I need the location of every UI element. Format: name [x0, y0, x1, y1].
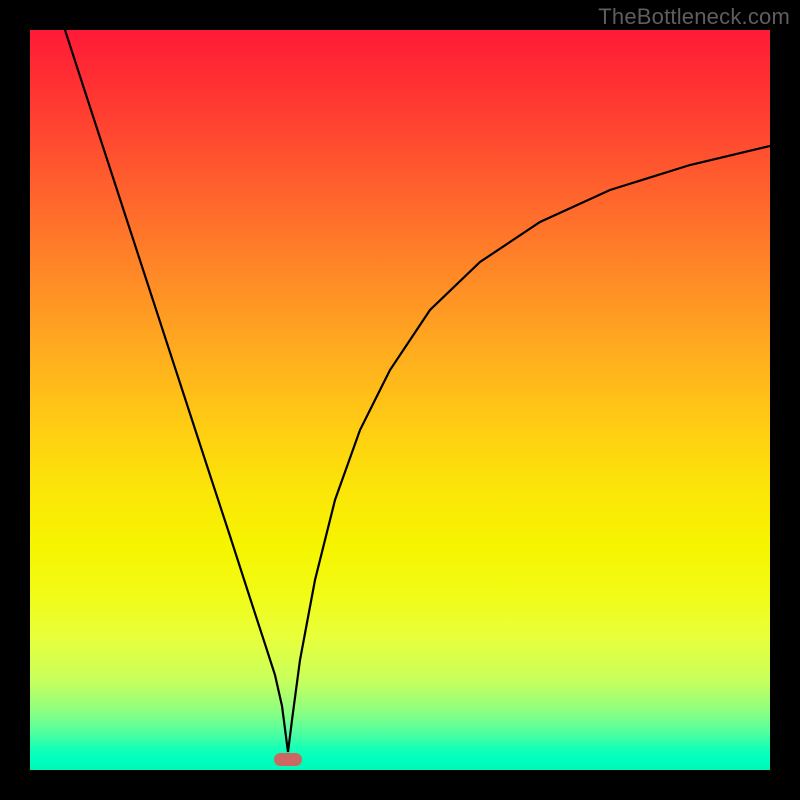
optimal-marker — [274, 753, 302, 766]
bottleneck-curve — [30, 30, 770, 770]
chart-frame — [0, 0, 800, 800]
plot-area — [30, 30, 770, 770]
watermark-text: TheBottleneck.com — [598, 4, 790, 30]
